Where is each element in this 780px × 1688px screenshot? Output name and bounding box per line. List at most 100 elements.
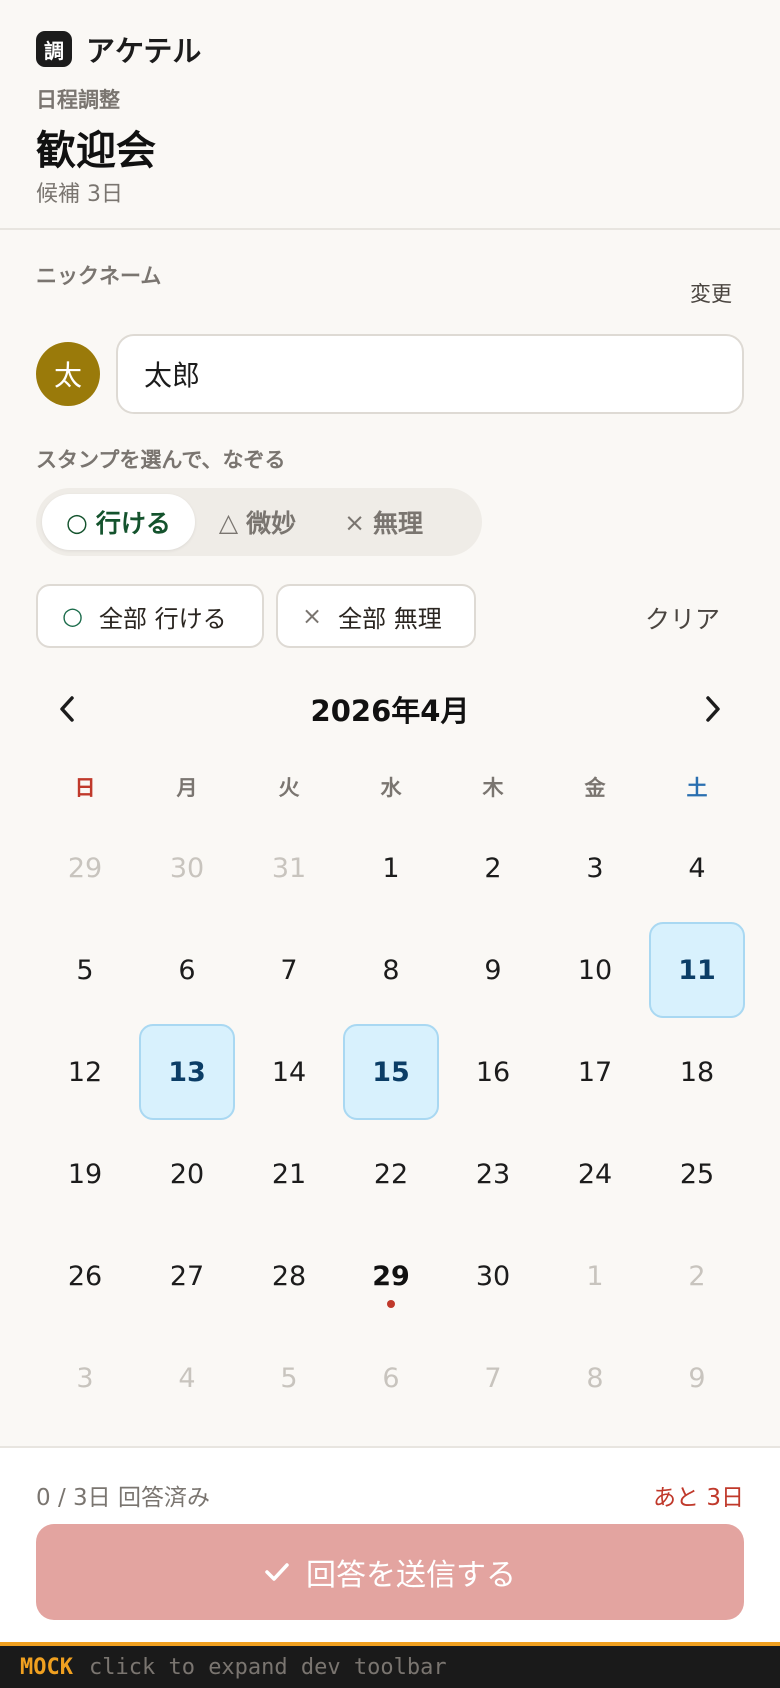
page-title: 歓迎会 — [36, 128, 156, 174]
calendar-day[interactable]: 22 — [343, 1126, 439, 1222]
day-number: 9 — [688, 1362, 706, 1394]
calendar-day[interactable]: 30 — [445, 1228, 541, 1324]
stamp-maybe-button[interactable]: △ 微妙 — [195, 494, 320, 550]
day-number: 22 — [373, 1158, 409, 1190]
calendar-day[interactable]: 27 — [139, 1228, 235, 1324]
weekday-label: 木 — [482, 776, 504, 800]
page-header: 調 アケテル 日程調整 歓迎会 候補 3日 — [0, 0, 780, 230]
day-number: 30 — [169, 852, 205, 884]
footer-bar: 0 / 3日 回答済み あと 3日 回答を送信する — [0, 1446, 780, 1642]
calendar-day[interactable]: 28 — [241, 1228, 337, 1324]
day-number: 7 — [484, 1362, 502, 1394]
calendar-day[interactable]: 14 — [241, 1024, 337, 1120]
weekday-label: 日 — [74, 776, 96, 800]
day-number: 25 — [679, 1158, 715, 1190]
day-number: 20 — [169, 1158, 205, 1190]
calendar-day[interactable]: 3 — [547, 820, 643, 916]
day-number: 2 — [688, 1260, 706, 1292]
candidate-count: 候補 3日 — [36, 182, 123, 207]
month-title: 2026年4月 — [310, 694, 470, 728]
calendar-day[interactable]: 26 — [37, 1228, 133, 1324]
day-number: 17 — [577, 1056, 613, 1088]
calendar-day[interactable]: 25 — [649, 1126, 745, 1222]
calendar-day[interactable]: 5 — [37, 922, 133, 1018]
calendar-day[interactable]: 10 — [547, 922, 643, 1018]
calendar-day[interactable]: 20 — [139, 1126, 235, 1222]
stamp-label-ng: 無理 — [373, 509, 424, 538]
day-number: 2 — [484, 852, 502, 884]
calendar-day[interactable]: 21 — [241, 1126, 337, 1222]
stamp-ok-button[interactable]: ○ 行ける — [42, 494, 195, 550]
day-number: 1 — [586, 1260, 604, 1292]
day-number: 21 — [271, 1158, 307, 1190]
calendar-day[interactable]: 16 — [445, 1024, 541, 1120]
day-number: 9 — [484, 954, 502, 986]
calendar-day[interactable]: 17 — [547, 1024, 643, 1120]
day-number: 6 — [178, 954, 196, 986]
calendar-day[interactable]: 8 — [343, 922, 439, 1018]
remaining-count: あと 3日 — [653, 1485, 744, 1511]
calendar-day[interactable]: 7 — [241, 922, 337, 1018]
calendar-day: 5 — [241, 1330, 337, 1426]
calendar-day: 2 — [649, 1228, 745, 1324]
calendar-day[interactable]: 2 — [445, 820, 541, 916]
day-number: 10 — [577, 954, 613, 986]
mock-badge: MOCK — [20, 1654, 73, 1680]
brand: 調 アケテル — [36, 28, 201, 70]
today-dot-icon — [387, 1300, 395, 1308]
day-number: 31 — [271, 852, 307, 884]
dev-toolbar-hint: click to expand dev toolbar — [88, 1654, 447, 1680]
submit-button[interactable]: 回答を送信する — [36, 1524, 744, 1620]
calendar-day[interactable]: 6 — [139, 922, 235, 1018]
weekday-label: 土 — [686, 776, 708, 800]
calendar-day[interactable]: 1 — [343, 820, 439, 916]
calendar-day: 1 — [547, 1228, 643, 1324]
day-number: 30 — [475, 1260, 511, 1292]
day-number: 11 — [678, 954, 716, 986]
day-number: 5 — [76, 954, 94, 986]
avatar: 太 — [36, 342, 100, 406]
calendar-day-selected[interactable]: 11 — [649, 922, 745, 1018]
day-number: 6 — [382, 1362, 400, 1394]
next-month-button[interactable] — [688, 684, 738, 734]
day-number: 16 — [475, 1056, 511, 1088]
submit-label: 回答を送信する — [306, 1558, 516, 1593]
day-number: 7 — [280, 954, 298, 986]
change-nickname-button[interactable]: 変更 — [690, 278, 732, 308]
stamp-ng-button[interactable]: × 無理 — [320, 494, 447, 550]
calendar-day[interactable]: 24 — [547, 1126, 643, 1222]
calendar-day[interactable]: 12 — [37, 1024, 133, 1120]
cross-icon: × — [344, 507, 366, 537]
calendar-day: 7 — [445, 1330, 541, 1426]
stamp-label: スタンプを選んで、なぞる — [36, 448, 286, 472]
calendar-day: 3 — [37, 1330, 133, 1426]
calendar-day[interactable]: 19 — [37, 1126, 133, 1222]
all-ng-button[interactable]: × 全部 無理 — [276, 584, 476, 648]
calendar-day[interactable]: 4 — [649, 820, 745, 916]
calendar-day-selected[interactable]: 15 — [343, 1024, 439, 1120]
day-number: 29 — [372, 1260, 410, 1292]
calendar-day[interactable]: 18 — [649, 1024, 745, 1120]
calendar-day: 29 — [37, 820, 133, 916]
cross-icon: × — [302, 602, 323, 630]
calendar-day[interactable]: 23 — [445, 1126, 541, 1222]
day-number: 12 — [67, 1056, 103, 1088]
calendar-day-today[interactable]: 29 — [343, 1228, 439, 1324]
weekday-label: 金 — [584, 776, 606, 800]
weekday-label: 月 — [176, 776, 198, 800]
day-number: 4 — [178, 1362, 196, 1394]
calendar-day: 30 — [139, 820, 235, 916]
all-ng-label: 全部 無理 — [338, 604, 442, 633]
calendar-day-selected[interactable]: 13 — [139, 1024, 235, 1120]
all-ok-button[interactable]: ○ 全部 行ける — [36, 584, 264, 648]
dev-toolbar[interactable]: MOCK click to expand dev toolbar — [0, 1642, 780, 1688]
answer-progress: 0 / 3日 回答済み — [36, 1485, 210, 1511]
calendar-day: 4 — [139, 1330, 235, 1426]
day-number: 27 — [169, 1260, 205, 1292]
day-number: 3 — [76, 1362, 94, 1394]
calendar-day[interactable]: 9 — [445, 922, 541, 1018]
day-number: 18 — [679, 1056, 715, 1088]
day-number: 26 — [67, 1260, 103, 1292]
nickname-input[interactable] — [116, 334, 744, 414]
clear-button[interactable]: クリア — [645, 600, 720, 636]
